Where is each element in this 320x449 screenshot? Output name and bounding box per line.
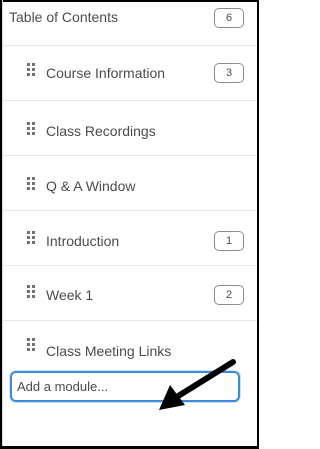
- module-label: Introduction: [46, 233, 120, 249]
- module-label: Class Recordings: [46, 123, 156, 139]
- drag-handle-icon[interactable]: [27, 177, 36, 193]
- module-count-badge: 3: [214, 63, 244, 83]
- toc-item[interactable]: Table of Contents 6: [3, 0, 257, 46]
- module-count-badge: 2: [214, 285, 244, 305]
- module-item-class-recordings[interactable]: Class Recordings: [3, 101, 257, 156]
- module-panel: Table of Contents 6 Course Information 3…: [0, 0, 259, 449]
- module-label: Course Information: [46, 65, 166, 81]
- module-label: Q & A Window: [46, 178, 136, 194]
- drag-handle-icon[interactable]: [27, 338, 36, 354]
- module-label: Class Meeting Links: [46, 343, 172, 359]
- drag-handle-icon[interactable]: [27, 122, 36, 138]
- toc-count-badge: 6: [214, 8, 244, 28]
- module-item-course-information[interactable]: Course Information 3: [3, 46, 257, 101]
- arrow-icon: [159, 359, 236, 410]
- drag-handle-icon[interactable]: [27, 285, 36, 301]
- module-item-week-1[interactable]: Week 1 2: [3, 266, 257, 321]
- module-count-badge: 1: [214, 231, 244, 251]
- drag-handle-icon[interactable]: [27, 63, 36, 79]
- module-label: Week 1: [46, 287, 94, 303]
- drag-handle-icon[interactable]: [27, 231, 36, 247]
- toc-label: Table of Contents: [9, 9, 118, 25]
- module-item-introduction[interactable]: Introduction 1: [3, 211, 257, 266]
- module-item-q-a-window[interactable]: Q & A Window: [3, 156, 257, 211]
